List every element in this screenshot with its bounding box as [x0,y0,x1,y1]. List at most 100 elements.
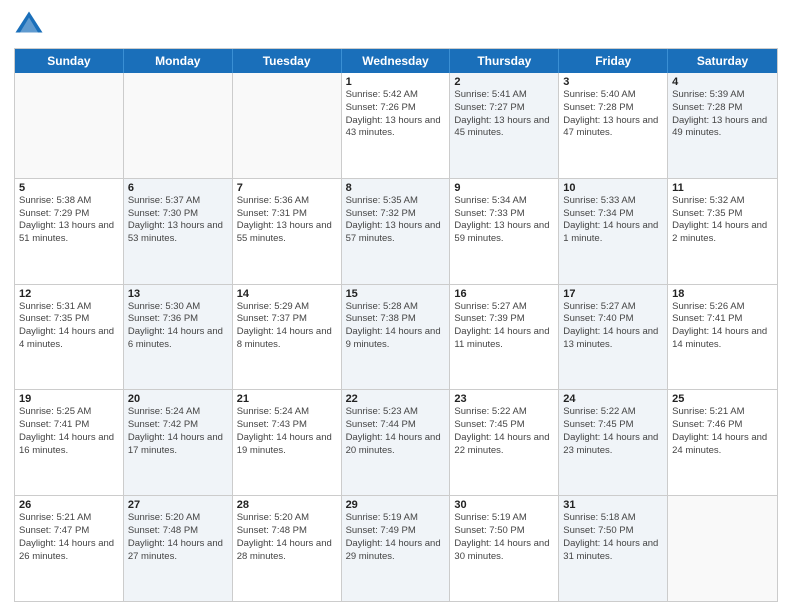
day-number: 20 [128,393,228,405]
daylight-text: Daylight: 14 hours and 31 minutes. [563,538,663,564]
sunrise-text: Sunrise: 5:38 AM [19,195,119,208]
sunrise-text: Sunrise: 5:31 AM [19,301,119,314]
day-cell-28: 28 Sunrise: 5:20 AM Sunset: 7:48 PM Dayl… [233,496,342,601]
sunset-text: Sunset: 7:35 PM [672,208,773,221]
sunrise-text: Sunrise: 5:37 AM [128,195,228,208]
day-cell-14: 14 Sunrise: 5:29 AM Sunset: 7:37 PM Dayl… [233,285,342,390]
day-cell-3: 3 Sunrise: 5:40 AM Sunset: 7:28 PM Dayli… [559,73,668,178]
day-cell-23: 23 Sunrise: 5:22 AM Sunset: 7:45 PM Dayl… [450,390,559,495]
daylight-text: Daylight: 14 hours and 2 minutes. [672,220,773,246]
empty-cell [233,73,342,178]
sunset-text: Sunset: 7:50 PM [454,525,554,538]
day-cell-31: 31 Sunrise: 5:18 AM Sunset: 7:50 PM Dayl… [559,496,668,601]
day-cell-25: 25 Sunrise: 5:21 AM Sunset: 7:46 PM Dayl… [668,390,777,495]
daylight-text: Daylight: 13 hours and 51 minutes. [19,220,119,246]
day-number: 25 [672,393,773,405]
day-number: 11 [672,182,773,194]
sunset-text: Sunset: 7:35 PM [19,313,119,326]
daylight-text: Daylight: 13 hours and 59 minutes. [454,220,554,246]
daylight-text: Daylight: 14 hours and 4 minutes. [19,326,119,352]
sunset-text: Sunset: 7:28 PM [672,102,773,115]
day-number: 5 [19,182,119,194]
sunset-text: Sunset: 7:48 PM [237,525,337,538]
daylight-text: Daylight: 13 hours and 47 minutes. [563,115,663,141]
sunrise-text: Sunrise: 5:23 AM [346,406,446,419]
header-day-monday: Monday [124,49,233,73]
daylight-text: Daylight: 14 hours and 20 minutes. [346,432,446,458]
sunrise-text: Sunrise: 5:20 AM [237,512,337,525]
header-day-wednesday: Wednesday [342,49,451,73]
sunset-text: Sunset: 7:37 PM [237,313,337,326]
daylight-text: Daylight: 14 hours and 8 minutes. [237,326,337,352]
sunset-text: Sunset: 7:40 PM [563,313,663,326]
day-cell-20: 20 Sunrise: 5:24 AM Sunset: 7:42 PM Dayl… [124,390,233,495]
sunset-text: Sunset: 7:41 PM [672,313,773,326]
day-cell-24: 24 Sunrise: 5:22 AM Sunset: 7:45 PM Dayl… [559,390,668,495]
day-number: 18 [672,288,773,300]
sunset-text: Sunset: 7:32 PM [346,208,446,221]
sunrise-text: Sunrise: 5:18 AM [563,512,663,525]
sunrise-text: Sunrise: 5:27 AM [454,301,554,314]
sunrise-text: Sunrise: 5:32 AM [672,195,773,208]
page: SundayMondayTuesdayWednesdayThursdayFrid… [0,0,792,612]
calendar-week-5: 26 Sunrise: 5:21 AM Sunset: 7:47 PM Dayl… [15,496,777,601]
empty-cell [124,73,233,178]
sunrise-text: Sunrise: 5:19 AM [346,512,446,525]
sunrise-text: Sunrise: 5:22 AM [563,406,663,419]
sunset-text: Sunset: 7:41 PM [19,419,119,432]
day-cell-4: 4 Sunrise: 5:39 AM Sunset: 7:28 PM Dayli… [668,73,777,178]
day-number: 8 [346,182,446,194]
day-number: 13 [128,288,228,300]
sunset-text: Sunset: 7:47 PM [19,525,119,538]
day-number: 23 [454,393,554,405]
empty-cell [668,496,777,601]
daylight-text: Daylight: 14 hours and 22 minutes. [454,432,554,458]
daylight-text: Daylight: 14 hours and 27 minutes. [128,538,228,564]
sunset-text: Sunset: 7:26 PM [346,102,446,115]
daylight-text: Daylight: 14 hours and 14 minutes. [672,326,773,352]
sunrise-text: Sunrise: 5:19 AM [454,512,554,525]
sunrise-text: Sunrise: 5:21 AM [672,406,773,419]
sunrise-text: Sunrise: 5:25 AM [19,406,119,419]
sunrise-text: Sunrise: 5:24 AM [128,406,228,419]
sunrise-text: Sunrise: 5:41 AM [454,89,554,102]
daylight-text: Daylight: 14 hours and 26 minutes. [19,538,119,564]
day-number: 28 [237,499,337,511]
sunset-text: Sunset: 7:44 PM [346,419,446,432]
sunset-text: Sunset: 7:36 PM [128,313,228,326]
daylight-text: Daylight: 13 hours and 43 minutes. [346,115,446,141]
day-cell-29: 29 Sunrise: 5:19 AM Sunset: 7:49 PM Dayl… [342,496,451,601]
day-number: 7 [237,182,337,194]
sunrise-text: Sunrise: 5:30 AM [128,301,228,314]
day-cell-6: 6 Sunrise: 5:37 AM Sunset: 7:30 PM Dayli… [124,179,233,284]
day-cell-12: 12 Sunrise: 5:31 AM Sunset: 7:35 PM Dayl… [15,285,124,390]
sunset-text: Sunset: 7:48 PM [128,525,228,538]
day-cell-9: 9 Sunrise: 5:34 AM Sunset: 7:33 PM Dayli… [450,179,559,284]
day-cell-10: 10 Sunrise: 5:33 AM Sunset: 7:34 PM Dayl… [559,179,668,284]
day-cell-5: 5 Sunrise: 5:38 AM Sunset: 7:29 PM Dayli… [15,179,124,284]
daylight-text: Daylight: 14 hours and 28 minutes. [237,538,337,564]
day-number: 2 [454,76,554,88]
header-day-saturday: Saturday [668,49,777,73]
sunset-text: Sunset: 7:30 PM [128,208,228,221]
daylight-text: Daylight: 14 hours and 1 minute. [563,220,663,246]
sunrise-text: Sunrise: 5:40 AM [563,89,663,102]
daylight-text: Daylight: 14 hours and 17 minutes. [128,432,228,458]
day-number: 19 [19,393,119,405]
sunset-text: Sunset: 7:33 PM [454,208,554,221]
day-number: 1 [346,76,446,88]
day-number: 10 [563,182,663,194]
daylight-text: Daylight: 14 hours and 16 minutes. [19,432,119,458]
day-number: 14 [237,288,337,300]
sunset-text: Sunset: 7:29 PM [19,208,119,221]
day-number: 29 [346,499,446,511]
day-cell-2: 2 Sunrise: 5:41 AM Sunset: 7:27 PM Dayli… [450,73,559,178]
sunrise-text: Sunrise: 5:20 AM [128,512,228,525]
day-number: 24 [563,393,663,405]
daylight-text: Daylight: 14 hours and 24 minutes. [672,432,773,458]
sunrise-text: Sunrise: 5:36 AM [237,195,337,208]
day-cell-7: 7 Sunrise: 5:36 AM Sunset: 7:31 PM Dayli… [233,179,342,284]
sunset-text: Sunset: 7:38 PM [346,313,446,326]
day-cell-22: 22 Sunrise: 5:23 AM Sunset: 7:44 PM Dayl… [342,390,451,495]
header-day-sunday: Sunday [15,49,124,73]
